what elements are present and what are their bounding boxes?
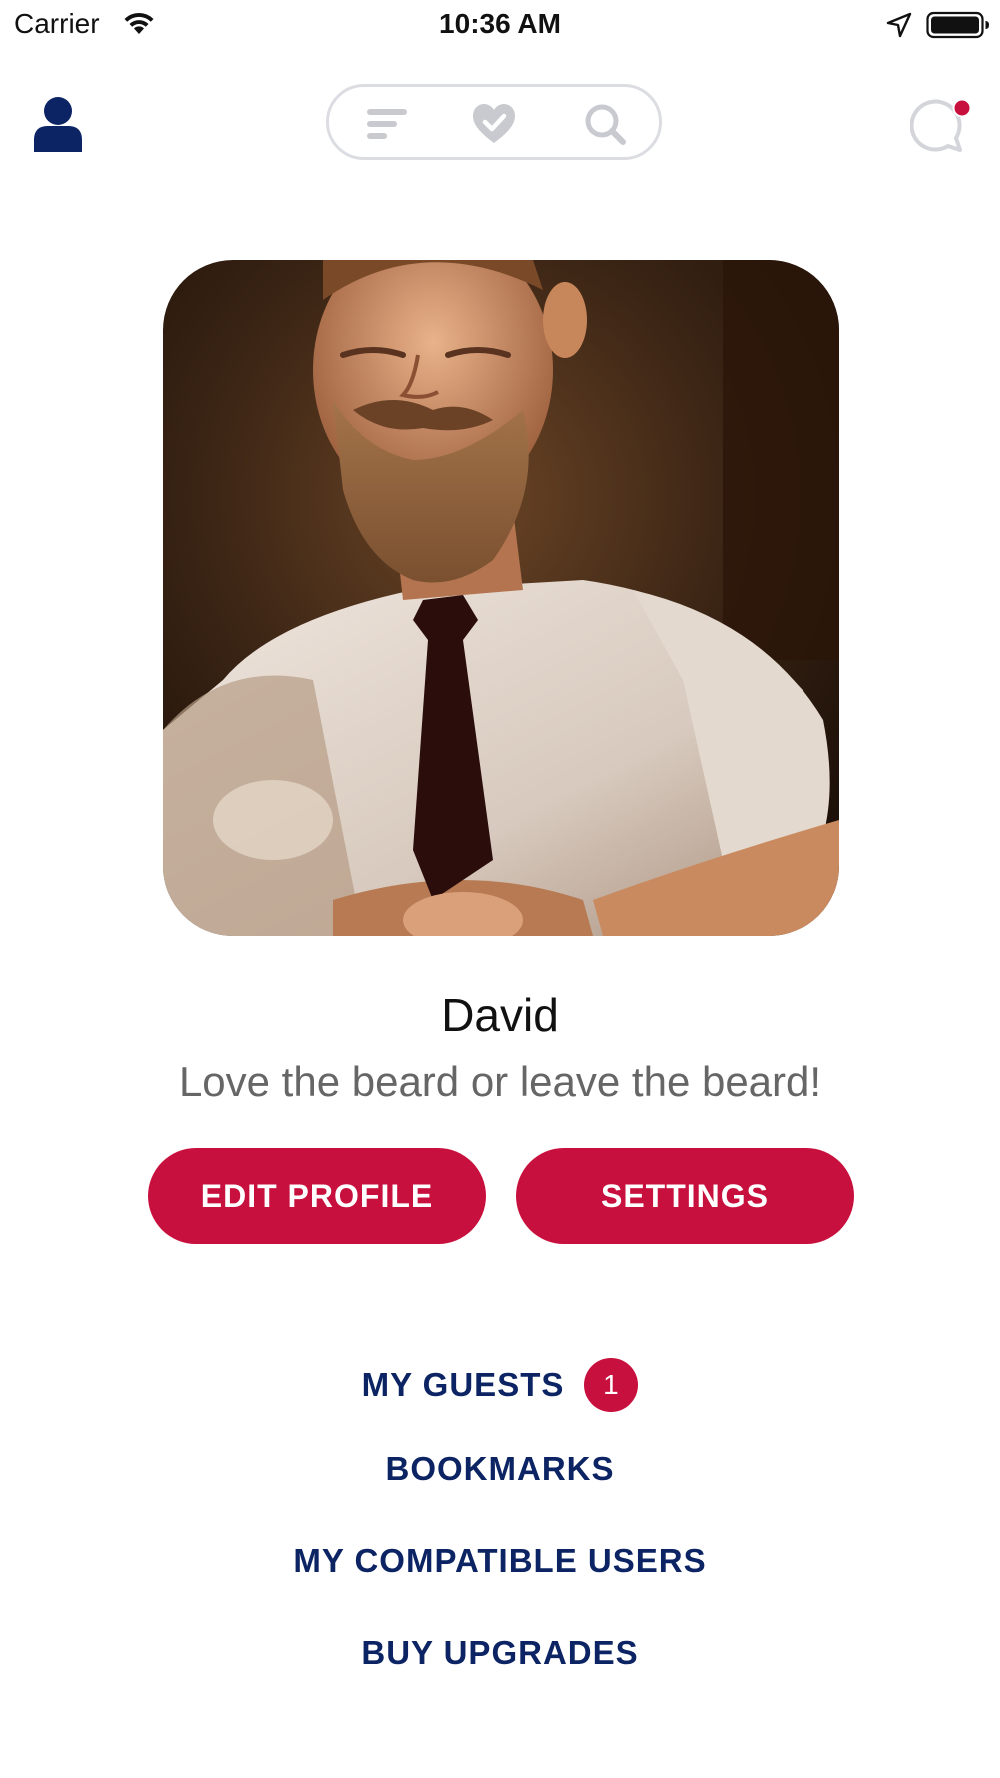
my-guests-label: MY GUESTS <box>361 1366 565 1403</box>
chat-bubble-icon[interactable] <box>910 96 970 154</box>
buy-upgrades-link[interactable]: BUY UPGRADES <box>0 1634 1000 1672</box>
location-arrow-icon <box>886 12 912 38</box>
battery-icon <box>926 11 989 39</box>
guests-count-badge: 1 <box>584 1358 639 1412</box>
compatible-users-link[interactable]: MY COMPATIBLE USERS <box>0 1542 1000 1580</box>
status-bar: Carrier 10:36 AM <box>0 0 1000 50</box>
my-guests-link[interactable]: MY GUESTS 1 <box>0 1358 1000 1412</box>
heart-check-icon[interactable] <box>471 103 517 145</box>
profile-name: David <box>441 989 559 1041</box>
clock: 10:36 AM <box>439 8 561 39</box>
profile-photo <box>163 260 839 936</box>
bookmarks-link[interactable]: BOOKMARKS <box>0 1450 1000 1488</box>
settings-button[interactable]: SETTINGS <box>516 1148 854 1244</box>
search-icon[interactable] <box>583 103 629 145</box>
profile-person-icon[interactable] <box>32 96 84 152</box>
notification-dot <box>952 98 970 118</box>
menu-lines-icon[interactable] <box>365 103 411 145</box>
edit-profile-button[interactable]: EDIT PROFILE <box>148 1148 486 1244</box>
top-nav-pill <box>326 84 662 160</box>
profile-tagline: Love the beard or leave the beard! <box>178 1058 822 1105</box>
